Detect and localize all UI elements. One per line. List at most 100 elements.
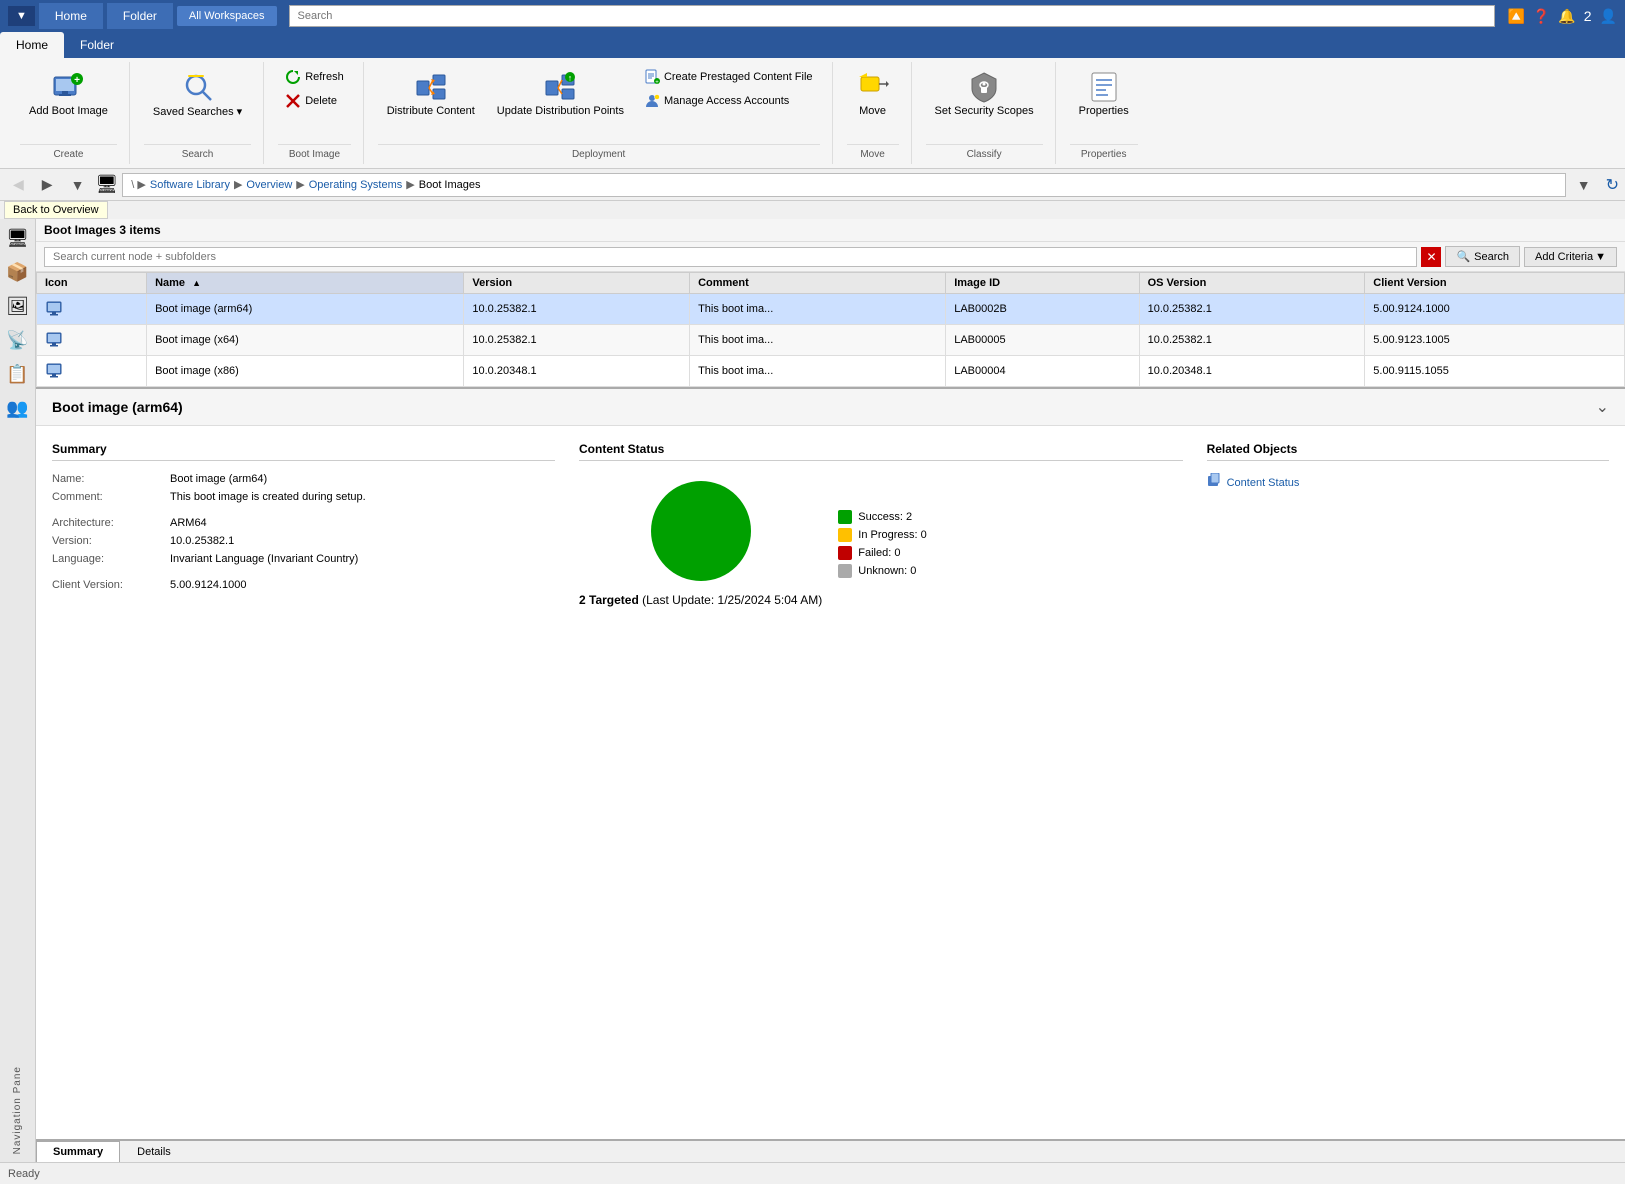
detail-label-client-version: Client Version: <box>52 579 162 591</box>
refresh-button[interactable]: Refresh <box>278 66 351 88</box>
title-search-input[interactable] <box>289 5 1496 27</box>
notification-icon[interactable]: 🔔 <box>1558 8 1575 25</box>
content-status-link[interactable]: Content Status <box>1207 473 1609 492</box>
table-row[interactable]: Boot image (x86) 10.0.20348.1 This boot … <box>37 356 1625 387</box>
add-criteria-button[interactable]: Add Criteria ▼ <box>1524 247 1617 267</box>
detail-content: Summary Name: Boot image (arm64) Comment… <box>36 426 1625 631</box>
nav-dropdown-button[interactable]: ▼ <box>64 173 92 197</box>
left-nav-icon-5[interactable]: 👥 <box>3 393 33 423</box>
detail-label-comment: Comment: <box>52 491 162 503</box>
left-nav-icon-4[interactable]: 📋 <box>3 359 33 389</box>
ribbon-tab-home[interactable]: Home <box>0 32 64 58</box>
add-criteria-dropdown-icon: ▼ <box>1595 251 1606 263</box>
detail-value-version: 10.0.25382.1 <box>170 535 234 547</box>
left-nav-icon-2[interactable]: 🖼 <box>3 291 33 321</box>
legend-failed: Failed: 0 <box>838 546 926 560</box>
delete-button[interactable]: Delete <box>278 90 351 112</box>
detail-row-version: Version: 10.0.25382.1 <box>52 535 555 547</box>
status-legend: Success: 2 In Progress: 0 Failed: 0 <box>838 510 926 578</box>
left-nav-icon-0[interactable]: 🖥 <box>3 223 33 253</box>
add-boot-image-button[interactable]: + Add Boot Image <box>20 66 117 122</box>
breadcrumb-software-library[interactable]: Software Library <box>150 179 230 191</box>
set-security-scopes-icon <box>968 71 1000 103</box>
move-button[interactable]: Move <box>847 66 899 122</box>
cell-name: Boot image (x64) <box>147 325 464 356</box>
detail-row-comment: Comment: This boot image is created duri… <box>52 491 555 503</box>
set-security-scopes-button[interactable]: Set Security Scopes <box>926 66 1043 122</box>
add-criteria-label: Add Criteria <box>1535 251 1593 263</box>
distribute-content-icon <box>415 71 447 103</box>
list-section: Boot Images 3 items ✕ 🔍 Search Add Crite… <box>36 219 1625 389</box>
col-comment[interactable]: Comment <box>690 273 946 294</box>
search-group-label: Search <box>144 144 251 160</box>
manage-access-button[interactable]: Manage Access Accounts <box>637 90 820 112</box>
tab-folder[interactable]: Folder <box>107 3 173 29</box>
tab-summary[interactable]: Summary <box>36 1141 120 1162</box>
table-row[interactable]: Boot image (x64) 10.0.25382.1 This boot … <box>37 325 1625 356</box>
update-distribution-points-icon: ↑ <box>544 71 576 103</box>
last-update: (Last Update: 1/25/2024 5:04 AM) <box>642 593 822 607</box>
col-image-id[interactable]: Image ID <box>946 273 1139 294</box>
help-icon[interactable]: ❓ <box>1533 8 1550 25</box>
search-btn-icon: 🔍 <box>1456 250 1470 263</box>
cell-client-version: 5.00.9115.1055 <box>1365 356 1625 387</box>
cell-image-id: LAB0002B <box>946 294 1139 325</box>
ribbon-group-create: + Add Boot Image Create <box>8 62 130 164</box>
svg-text:↑: ↑ <box>568 73 573 83</box>
col-icon[interactable]: Icon <box>37 273 147 294</box>
status-bar: Ready <box>0 1162 1625 1184</box>
forward-button[interactable]: ▶ <box>35 172 60 197</box>
left-nav-icon-3[interactable]: 📡 <box>3 325 33 355</box>
cell-client-version: 5.00.9124.1000 <box>1365 294 1625 325</box>
breadcrumb-overview[interactable]: Overview <box>246 179 292 191</box>
col-version[interactable]: Version <box>464 273 690 294</box>
search-buttons: Saved Searches ▾ <box>144 66 251 142</box>
breadcrumb-operating-systems[interactable]: Operating Systems <box>309 179 403 191</box>
legend-label-success: Success: 2 <box>858 511 912 523</box>
status-targeted: 2 Targeted (Last Update: 1/25/2024 5:04 … <box>579 593 822 607</box>
bottom-tabs: Summary Details <box>36 1139 1625 1162</box>
search-button[interactable]: 🔍 Search <box>1445 246 1520 267</box>
detail-expand-button[interactable]: ⌄ <box>1596 397 1609 417</box>
tab-home[interactable]: Home <box>39 3 103 29</box>
back-to-overview-tooltip: Back to Overview <box>4 201 108 219</box>
col-name[interactable]: Name ▲ <box>147 273 464 294</box>
col-os-version[interactable]: OS Version <box>1139 273 1365 294</box>
ribbon-group-classify: Set Security Scopes Classify <box>914 62 1056 164</box>
title-dropdown[interactable]: ▼ <box>8 6 35 26</box>
main-area: 🖥 📦 🖼 📡 📋 👥 Navigation Pane Boot Images … <box>0 219 1625 1162</box>
tab-details[interactable]: Details <box>120 1141 188 1162</box>
list-search-input[interactable] <box>44 247 1417 267</box>
maximize-icon: 🔼 <box>1507 8 1524 25</box>
deployment-small-buttons: + Create Prestaged Content File <box>637 66 820 112</box>
back-button[interactable]: ◀ <box>6 172 31 197</box>
table-row[interactable]: Boot image (arm64) 10.0.25382.1 This boo… <box>37 294 1625 325</box>
ribbon-group-search: Saved Searches ▾ Search <box>132 62 264 164</box>
2-badge: 2 <box>1584 8 1592 24</box>
detail-label-name: Name: <box>52 473 162 485</box>
update-distribution-points-button[interactable]: ↑ Update Distribution Points <box>488 66 633 122</box>
create-prestaged-button[interactable]: + Create Prestaged Content File <box>637 66 820 88</box>
cell-comment: This boot ima... <box>690 325 946 356</box>
legend-in-progress: In Progress: 0 <box>838 528 926 542</box>
ribbon-tab-folder[interactable]: Folder <box>64 32 130 58</box>
col-client-version[interactable]: Client Version <box>1365 273 1625 294</box>
detail-row-name: Name: Boot image (arm64) <box>52 473 555 485</box>
targeted-count: 2 Targeted <box>579 593 639 607</box>
saved-searches-button[interactable]: Saved Searches ▾ <box>144 66 251 123</box>
left-nav-icon-1[interactable]: 📦 <box>3 257 33 287</box>
properties-button[interactable]: Properties <box>1070 66 1138 122</box>
move-icon <box>857 71 889 103</box>
search-clear-button[interactable]: ✕ <box>1421 247 1441 267</box>
breadcrumb-expand-button[interactable]: ▼ <box>1570 173 1598 197</box>
ribbon-group-boot-image: Refresh Delete Boot Image <box>266 62 364 164</box>
list-header: Boot Images 3 items <box>36 219 1625 242</box>
distribute-content-button[interactable]: Distribute Content <box>378 66 484 122</box>
classify-group-label: Classify <box>926 144 1043 160</box>
properties-icon <box>1088 71 1120 103</box>
create-prestaged-label: Create Prestaged Content File <box>664 71 813 83</box>
account-icon[interactable]: 👤 <box>1600 8 1617 25</box>
refresh-icon[interactable]: ↻ <box>1606 175 1619 195</box>
ribbon-group-properties: Properties Properties <box>1058 62 1150 164</box>
legend-label-unknown: Unknown: 0 <box>858 565 916 577</box>
